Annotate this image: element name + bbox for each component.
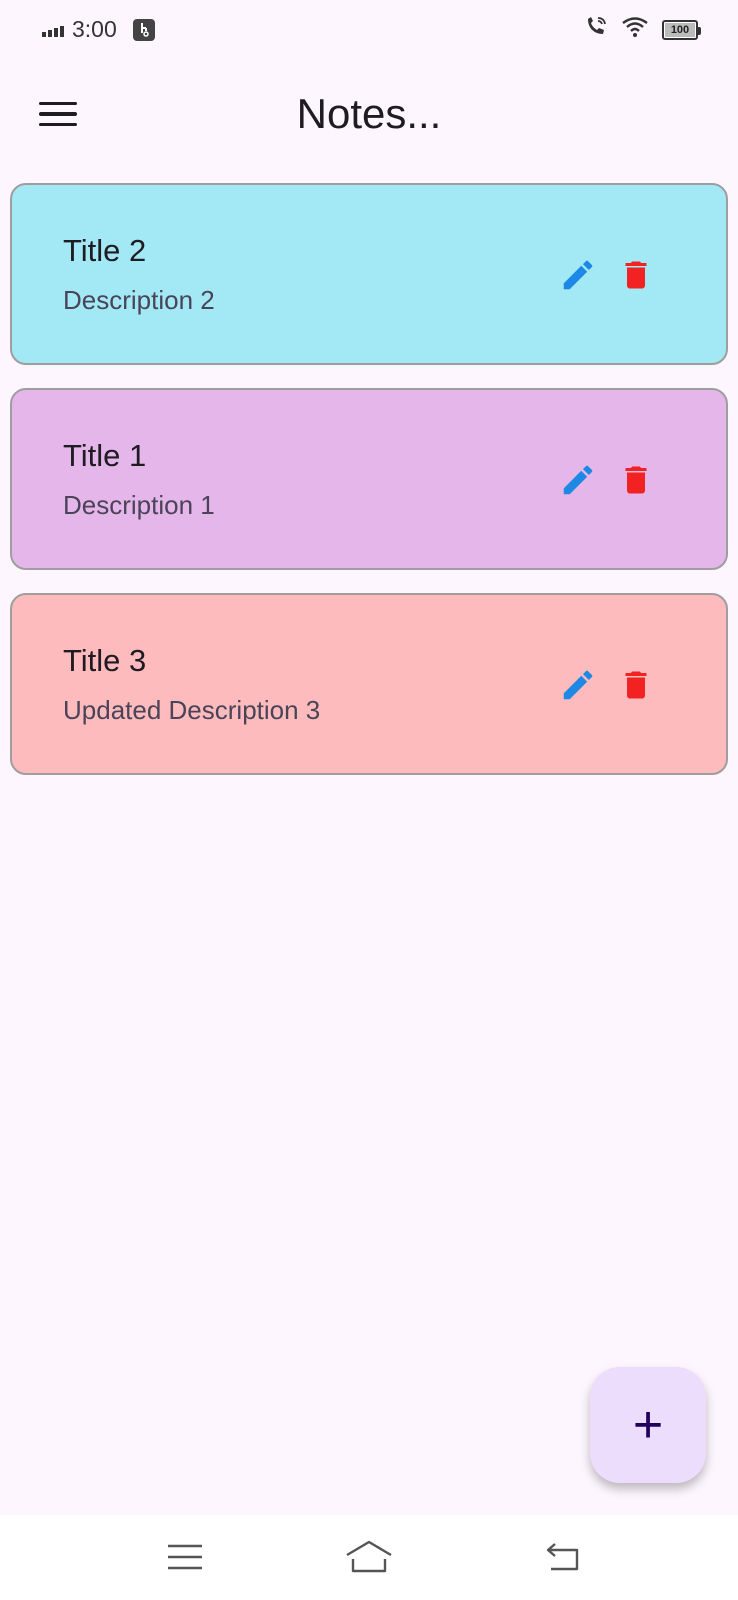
- status-bar: 3:00 100: [0, 0, 738, 60]
- note-description: Updated Description 3: [63, 695, 321, 725]
- notes-list: Title 2 Description 2 Title 1 Descriptio…: [10, 183, 728, 798]
- wifi-call-icon: [584, 16, 608, 44]
- app-bar: Notes...: [0, 60, 738, 168]
- note-actions: [558, 458, 656, 502]
- battery-level: 100: [670, 24, 690, 36]
- signal-icon: [42, 23, 64, 37]
- system-nav-bar: [0, 1515, 738, 1600]
- edit-button[interactable]: [558, 458, 598, 502]
- status-time: 3:00: [72, 16, 117, 42]
- nav-recents-button[interactable]: [155, 1535, 215, 1579]
- delete-button[interactable]: [616, 458, 656, 502]
- status-right: 100: [584, 16, 701, 44]
- usb-debug-icon: [132, 18, 155, 41]
- note-card[interactable]: Title 3 Updated Description 3: [10, 593, 728, 775]
- recents-icon: [168, 1544, 202, 1570]
- nav-back-button[interactable]: [533, 1535, 593, 1579]
- note-actions: [558, 253, 656, 297]
- pencil-icon: [563, 670, 593, 700]
- battery-icon: 100: [662, 20, 701, 40]
- pencil-icon: [563, 260, 593, 290]
- note-title: Title 1: [63, 438, 147, 473]
- note-card[interactable]: Title 2 Description 2: [10, 183, 728, 365]
- back-icon: [546, 1543, 579, 1571]
- trash-icon: [625, 671, 647, 699]
- wifi-icon: [622, 17, 648, 43]
- note-card[interactable]: Title 1 Description 1: [10, 388, 728, 570]
- delete-button[interactable]: [616, 253, 656, 297]
- edit-button[interactable]: [558, 663, 598, 707]
- page-title: Notes...: [296, 90, 442, 137]
- note-title: Title 3: [63, 643, 147, 678]
- note-description: Description 2: [63, 285, 215, 315]
- home-icon: [346, 1540, 392, 1573]
- trash-icon: [625, 261, 647, 289]
- status-left: 3:00: [42, 16, 155, 43]
- edit-button[interactable]: [558, 253, 598, 297]
- plus-icon: +: [632, 1396, 664, 1454]
- add-note-button[interactable]: +: [590, 1367, 706, 1483]
- note-title: Title 2: [63, 233, 147, 268]
- note-actions: [558, 663, 656, 707]
- pencil-icon: [563, 465, 593, 495]
- nav-home-button[interactable]: [339, 1535, 399, 1579]
- delete-button[interactable]: [616, 663, 656, 707]
- note-description: Description 1: [63, 490, 215, 520]
- notes-screen: 3:00 100 Notes... Title 2 Description 2 …: [0, 0, 738, 1600]
- trash-icon: [625, 466, 647, 494]
